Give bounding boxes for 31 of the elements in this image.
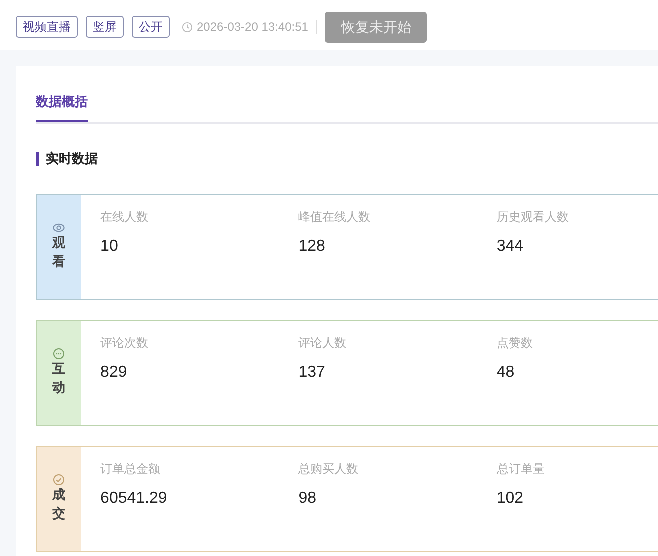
tab[interactable]: 数据概括 (36, 92, 88, 122)
metric-value: 48 (496, 362, 516, 382)
metric-label: 在线人数 (100, 208, 150, 226)
metric-value: 10 (100, 236, 120, 256)
metric-value: 128 (298, 236, 326, 256)
eye-icon (52, 222, 65, 234)
metric-value: 137 (298, 362, 326, 382)
tag-label: 竖屏 (86, 16, 124, 38)
section-title: 实时数据 (36, 152, 658, 166)
clock-icon (182, 22, 193, 32)
metric-label: 点赞数 (496, 334, 534, 352)
category-label: 成交 (52, 486, 66, 522)
metric-value: 60541.29 (100, 488, 168, 508)
metric-label: 总购买人数 (298, 460, 360, 478)
metric-label: 峰值在线人数 (298, 208, 372, 226)
timestamp: 2026-03-20 13:40:51 (197, 19, 308, 36)
chat-bubble-icon (52, 348, 65, 360)
metric-value: 829 (100, 362, 128, 382)
metric-value: 102 (496, 488, 525, 508)
check-circle-icon (52, 474, 65, 486)
metric-value: 98 (298, 488, 318, 508)
metric-label: 总订单量 (496, 460, 546, 478)
metric-value: 344 (496, 236, 525, 256)
category-label: 观看 (52, 234, 66, 270)
metric-label: 评论次数 (100, 334, 150, 352)
category-label: 互动 (52, 360, 66, 396)
metric-label: 评论人数 (298, 334, 348, 352)
metric-label: 订单总金额 (100, 460, 162, 478)
tag-label: 视频直播 (16, 16, 78, 38)
tag-label: 公开 (132, 16, 170, 38)
metric-label: 历史观看人数 (496, 208, 570, 226)
